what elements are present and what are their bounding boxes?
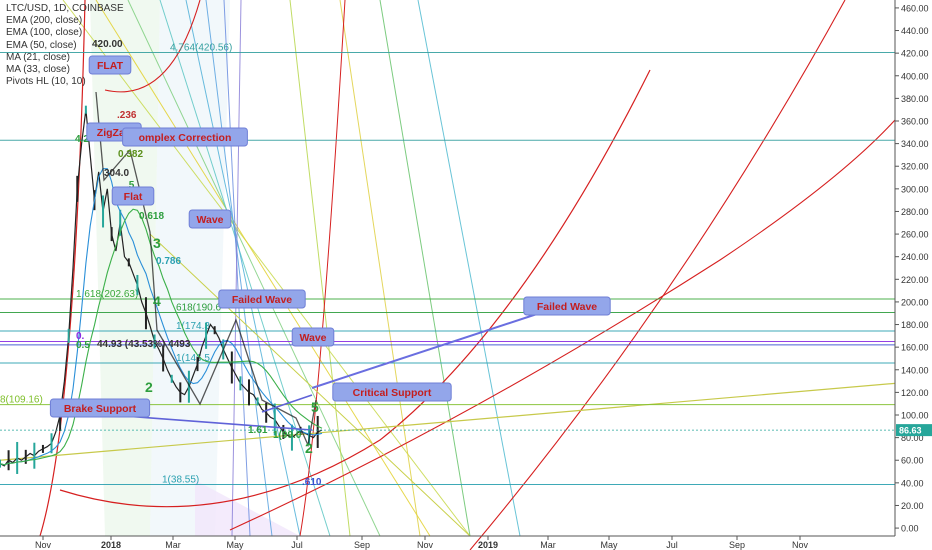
legend-item[interactable]: MA (21, close) (6, 52, 124, 64)
fan-line (379, 0, 471, 537)
fib-level-label: 4.764(420.56) (170, 43, 232, 54)
fib-level-label: 8(109.16) (0, 395, 43, 406)
annotation-text: Wave (299, 332, 326, 344)
wave-label: 0.786 (156, 256, 181, 267)
wave-label: 44.93 (43.53%) 4493 (97, 339, 191, 350)
annotation-text: Brake Support (64, 403, 137, 415)
x-tick-label: Mar (165, 540, 181, 550)
last-price-label: 86.63 (899, 426, 922, 436)
y-tick-label: 100.00 (901, 411, 929, 421)
y-tick-label: 140.00 (901, 365, 929, 375)
x-tick-label: May (600, 540, 618, 550)
y-tick-label: 380.00 (901, 94, 929, 104)
annotation-callout[interactable]: Wave (291, 327, 335, 347)
x-tick-label: Sep (729, 540, 745, 550)
wave-label: 4 (153, 293, 161, 309)
chart-root: 4.764(420.56) 1.618(202.63) 618(190.6 1(174… (0, 0, 932, 550)
y-tick-label: 340.00 (901, 139, 929, 149)
annotation-text: Failed Wave (537, 301, 597, 313)
wave-label: 2 (305, 440, 313, 456)
annotation-callout[interactable]: Flat (111, 186, 155, 206)
arc-line (229, 119, 896, 531)
y-tick-label: 40.00 (901, 478, 924, 488)
annotation-text: omplex Correction (139, 132, 232, 144)
y-tick-label: 260.00 (901, 230, 929, 240)
fib-level-label: 1(38.55) (162, 474, 199, 485)
y-tick-label: 280.00 (901, 207, 929, 217)
annotation-text: Failed Wave (232, 294, 292, 306)
y-tick-label: 300.00 (901, 184, 929, 194)
annotation-callout[interactable]: Failed Wave (218, 289, 306, 309)
arc-line (469, 0, 846, 550)
arrow-line (311, 312, 541, 389)
y-axis: 0.0020.0040.0060.0080.00100.00120.00140.… (894, 0, 932, 550)
x-axis: Nov 2018 Mar May Jul Sep Nov 2019 Mar May Jul Sep No… (0, 535, 895, 550)
annotation-text: Flat (124, 191, 143, 203)
fib-level-label: 1.618(202.63) (76, 289, 138, 300)
x-tick-label: Jul (666, 540, 678, 550)
legend-item[interactable]: MA (33, close) (6, 64, 124, 76)
fan-line (231, 0, 242, 537)
wave-label: 3 (153, 235, 161, 251)
x-tick-label: Jul (291, 540, 303, 550)
y-tick-label: 220.00 (901, 275, 929, 285)
wave-label: 5 (311, 399, 319, 415)
legend-item[interactable]: EMA (50, close) (6, 40, 124, 52)
x-tick-label: Nov (792, 540, 809, 550)
chart-canvas[interactable]: 4.764(420.56)1.618(202.63)618(190.61(174… (0, 0, 932, 550)
y-tick-label: 60.00 (901, 456, 924, 466)
annotation-callout[interactable]: Brake Support (49, 398, 151, 418)
channel-shade (150, 0, 230, 536)
x-tick-label: Mar (540, 540, 556, 550)
x-tick-label: 2018 (101, 540, 121, 550)
annotation-text: Wave (196, 214, 223, 226)
wave-label: 0.382 (118, 149, 143, 160)
x-tick-label: 2019 (478, 540, 498, 550)
fan-line (289, 0, 351, 537)
x-tick-label: Nov (417, 540, 434, 550)
wave-label: .236 (117, 110, 137, 121)
y-tick-label: 20.00 (901, 501, 924, 511)
indicator-legend: LTC/USD, 1D, COINBASE EMA (200, close) E… (6, 3, 124, 88)
legend-item[interactable]: EMA (100, close) (6, 27, 124, 39)
annotation-callout[interactable]: omplex Correction (122, 127, 248, 147)
y-tick-label: 320.00 (901, 162, 929, 172)
annotation-text: Critical Support (353, 387, 432, 399)
fib-level-label: 618(190.6 (176, 303, 221, 314)
y-tick-label: 420.00 (901, 49, 929, 59)
annotation-callout[interactable]: Wave (188, 209, 232, 229)
wave-label: 2 (145, 379, 153, 395)
wave-label: 304.0 (104, 168, 129, 179)
fib-level-label: 1(146.5 (176, 353, 210, 364)
wave-label: 0.618 (139, 211, 164, 222)
x-tick-label: Nov (35, 540, 52, 550)
y-tick-label: 200.00 (901, 297, 929, 307)
wave-label: 1(99.0 (273, 430, 302, 441)
x-tick-label: May (226, 540, 244, 550)
y-tick-label: 120.00 (901, 388, 929, 398)
y-tick-label: 240.00 (901, 252, 929, 262)
wave-label: 1.61 (248, 425, 268, 436)
y-tick-label: 360.00 (901, 116, 929, 126)
wave-label: 0. (76, 331, 85, 342)
y-tick-label: 400.00 (901, 71, 929, 81)
chart-title: LTC/USD, 1D, COINBASE (6, 3, 124, 14)
y-tick-label: 0.00 (901, 524, 919, 534)
wave-label: .610 (302, 477, 322, 488)
fan-line (417, 0, 521, 537)
legend-item[interactable]: EMA (200, close) (6, 15, 124, 27)
annotation-callout[interactable]: Failed Wave (523, 296, 611, 316)
legend-item[interactable]: Pivots HL (10, 10) (6, 76, 124, 88)
y-tick-label: 160.00 (901, 343, 929, 353)
x-tick-label: Sep (354, 540, 370, 550)
y-tick-label: 180.00 (901, 320, 929, 330)
y-tick-label: 460.00 (901, 3, 929, 13)
annotation-callout[interactable]: Critical Support (332, 382, 452, 402)
y-tick-label: 440.00 (901, 26, 929, 36)
